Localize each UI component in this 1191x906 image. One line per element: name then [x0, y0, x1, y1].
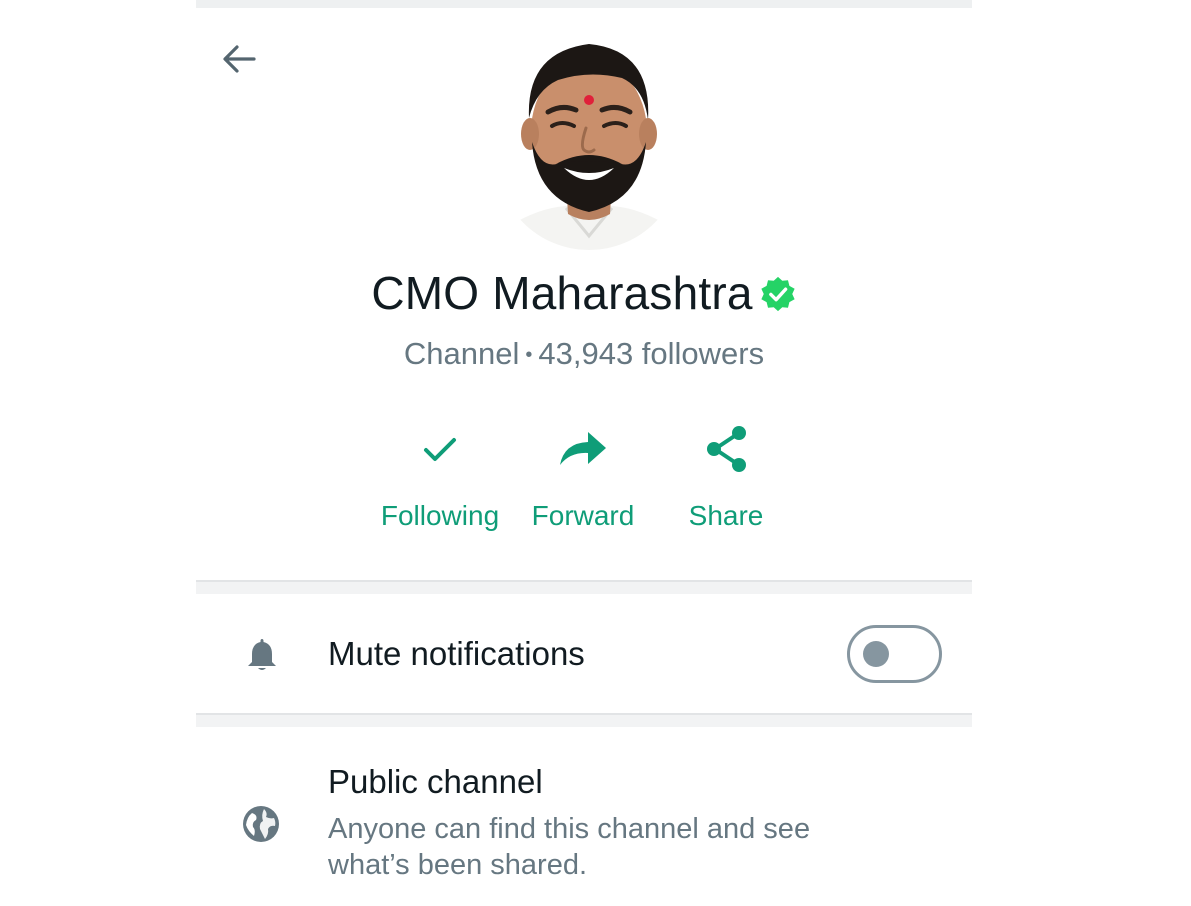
public-channel-description: Anyone can find this channel and see wha… — [328, 811, 888, 883]
top-divider — [196, 0, 972, 8]
channel-subtitle: Channel • 43,943 followers — [196, 336, 972, 372]
following-button[interactable]: Following — [365, 418, 515, 548]
mute-notifications-row[interactable]: Mute notifications — [196, 595, 972, 713]
channel-title-row: CMO Maharashtra — [196, 262, 972, 324]
forward-button[interactable]: Forward — [508, 418, 658, 548]
share-icon — [707, 426, 746, 472]
toggle-knob — [863, 641, 889, 667]
share-button[interactable]: Share — [651, 418, 801, 548]
avatar-portrait — [496, 22, 682, 250]
bell-icon — [242, 634, 282, 674]
check-icon — [424, 438, 456, 461]
section-divider — [196, 713, 972, 727]
globe-icon — [243, 806, 279, 842]
section-divider — [196, 580, 972, 594]
channel-avatar[interactable] — [496, 22, 682, 250]
separator-dot: • — [525, 344, 533, 367]
screen: CMO Maharashtra Channel • 43,943 followers… — [0, 0, 1191, 906]
channel-name: CMO Maharashtra — [371, 267, 753, 319]
forward-arrow-icon — [560, 432, 606, 465]
following-label: Following — [380, 500, 500, 531]
description-line: what’s been shared. — [328, 849, 588, 881]
public-channel-row: Public channel Anyone can find this chan… — [196, 727, 972, 906]
mute-notifications-label: Mute notifications — [328, 635, 585, 672]
back-button[interactable] — [218, 38, 260, 80]
forward-label: Forward — [531, 500, 635, 531]
share-label: Share — [688, 500, 764, 531]
channel-type: Channel — [403, 336, 520, 371]
mute-toggle[interactable] — [847, 625, 942, 683]
arrow-left-icon — [223, 45, 256, 73]
description-line: Anyone can find this channel and see — [328, 813, 811, 845]
verified-badge-icon — [761, 276, 795, 312]
followers-count: 43,943 followers — [538, 336, 765, 371]
public-channel-title: Public channel — [328, 763, 543, 800]
channel-info-panel: CMO Maharashtra Channel • 43,943 followers… — [196, 0, 972, 906]
